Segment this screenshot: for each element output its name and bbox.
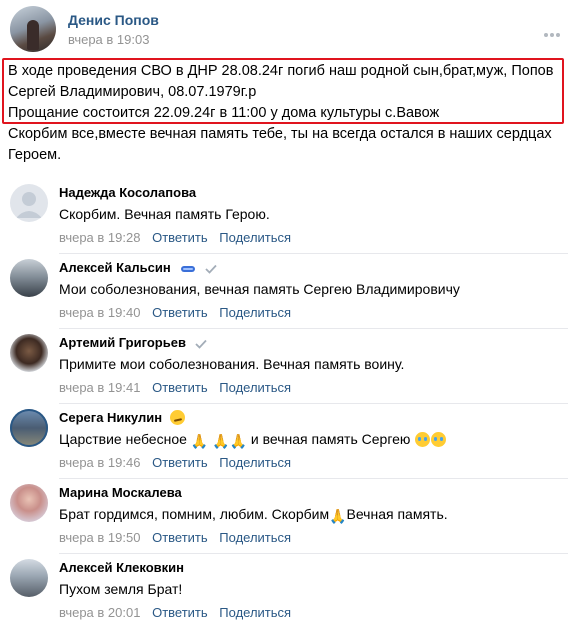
post-author-name[interactable]: Денис Попов xyxy=(68,12,159,28)
more-dots-icon[interactable] xyxy=(544,24,564,37)
post-text-line-5: Героем. xyxy=(8,147,62,163)
commenter-name: Серега Никулин xyxy=(59,410,185,425)
commenter-name[interactable]: Надежда Косолапова xyxy=(59,185,196,200)
pray-emoji-icon: 🙏 xyxy=(329,508,347,524)
commenter-name[interactable]: Алексей Клековкин xyxy=(59,560,184,575)
post-text-line-3: Прощание состоится 22.09.24г в 11:00 у д… xyxy=(8,105,440,121)
commenter-avatar[interactable] xyxy=(10,184,48,222)
post-text-line-4: Скорбим все,вместе вечная память тебе, т… xyxy=(8,126,552,142)
reply-link[interactable]: Ответить xyxy=(152,455,208,470)
default-user-icon xyxy=(16,192,42,218)
verified-check-icon xyxy=(194,339,207,349)
commenter-name-text[interactable]: Серега Никулин xyxy=(59,410,162,425)
comment-time[interactable]: вчера в 19:40 xyxy=(59,305,140,320)
share-link[interactable]: Поделиться xyxy=(219,305,291,320)
comment-time[interactable]: вчера в 19:46 xyxy=(59,455,140,470)
comment-time[interactable]: вчера в 20:01 xyxy=(59,605,140,620)
comment-meta: вчера в 20:01 Ответить Поделиться xyxy=(59,605,291,620)
share-link[interactable]: Поделиться xyxy=(219,455,291,470)
pray-emoji-icon: 🙏 xyxy=(229,433,247,449)
comment-text: Брат гордимся, помним, любим. Скорбим🙏Ве… xyxy=(59,506,448,525)
comment-text: Примите мои соболезнования. Вечная памят… xyxy=(59,356,405,372)
pray-emoji-icon: 🙏 xyxy=(190,433,209,449)
comment-text-part: Брат гордимся, помним, любим. Скорбим xyxy=(59,506,330,522)
comment-text: Царствие небесное 🙏 🙏🙏 и вечная память С… xyxy=(59,431,447,450)
commenter-name: Артемий Григорьев xyxy=(59,335,207,350)
crying-emoji-icon xyxy=(415,432,431,447)
post-text-line-2: Сергей Владимирович, 08.07.1979г.р xyxy=(8,84,257,100)
comment-item: Серега Никулин Царствие небесное 🙏 🙏🙏 и … xyxy=(8,405,568,479)
comment-text: Пухом земля Брат! xyxy=(59,581,183,597)
share-link[interactable]: Поделиться xyxy=(219,530,291,545)
comment-meta: вчера в 19:28 Ответить Поделиться xyxy=(59,230,291,245)
verified-check-icon xyxy=(205,264,217,274)
author-avatar[interactable] xyxy=(10,6,56,52)
post-header: Денис Попов вчера в 19:03 xyxy=(8,4,568,54)
comment-meta: вчера в 19:41 Ответить Поделиться xyxy=(59,380,291,395)
comment-meta: вчера в 19:46 Ответить Поделиться xyxy=(59,455,291,470)
reply-link[interactable]: Ответить xyxy=(152,230,208,245)
divider xyxy=(59,328,568,329)
divider xyxy=(59,253,568,254)
comment-meta: вчера в 19:50 Ответить Поделиться xyxy=(59,530,291,545)
comment-meta: вчера в 19:40 Ответить Поделиться xyxy=(59,305,291,320)
commenter-name[interactable]: Марина Москалева xyxy=(59,485,182,500)
divider xyxy=(59,403,568,404)
divider xyxy=(59,553,568,554)
comment-item: Артемий Григорьев Примите мои соболезнов… xyxy=(8,330,568,404)
smirk-emoji-icon xyxy=(169,410,185,425)
share-link[interactable]: Поделиться xyxy=(219,230,291,245)
pray-emoji-icon: 🙏 xyxy=(212,433,230,449)
commenter-name: Алексей Кальсин xyxy=(59,260,217,275)
commenter-avatar[interactable] xyxy=(10,259,48,297)
commenter-name-text[interactable]: Алексей Кальсин xyxy=(59,260,171,275)
comment-text: Мои соболезнования, вечная память Сергею… xyxy=(59,281,460,297)
commenter-avatar[interactable] xyxy=(10,484,48,522)
reply-link[interactable]: Ответить xyxy=(152,305,208,320)
commenter-name-text[interactable]: Артемий Григорьев xyxy=(59,335,186,350)
commenter-avatar[interactable] xyxy=(10,334,48,372)
reply-link[interactable]: Ответить xyxy=(152,605,208,620)
comment-item: Марина Москалева Брат гордимся, помним, … xyxy=(8,480,568,554)
divider xyxy=(59,478,568,479)
post-text-line-1: В ходе проведения СВО в ДНР 28.08.24г по… xyxy=(8,63,554,79)
commenter-avatar[interactable] xyxy=(10,409,48,447)
comment-time[interactable]: вчера в 19:50 xyxy=(59,530,140,545)
bracelet-badge-icon xyxy=(181,265,196,272)
reply-link[interactable]: Ответить xyxy=(152,530,208,545)
share-link[interactable]: Поделиться xyxy=(219,380,291,395)
comment-time[interactable]: вчера в 19:28 xyxy=(59,230,140,245)
commenter-avatar[interactable] xyxy=(10,559,48,597)
reply-link[interactable]: Ответить xyxy=(152,380,208,395)
comment-text-part: Вечная память. xyxy=(346,506,448,522)
post-timestamp[interactable]: вчера в 19:03 xyxy=(68,32,149,47)
crying-emoji-icon xyxy=(431,432,447,447)
share-link[interactable]: Поделиться xyxy=(219,605,291,620)
comment-text-part: и вечная память Сергею xyxy=(250,431,411,447)
comment-item: Надежда Косолапова Скорбим. Вечная памят… xyxy=(8,180,568,254)
comment-item: Алексей Кальсин Мои соболезнования, вечн… xyxy=(8,255,568,329)
comment-item: Алексей Клековкин Пухом земля Брат! вчер… xyxy=(8,555,568,629)
comment-text: Скорбим. Вечная память Герою. xyxy=(59,206,270,222)
comment-time[interactable]: вчера в 19:41 xyxy=(59,380,140,395)
comment-text-part: Царствие небесное xyxy=(59,431,187,447)
